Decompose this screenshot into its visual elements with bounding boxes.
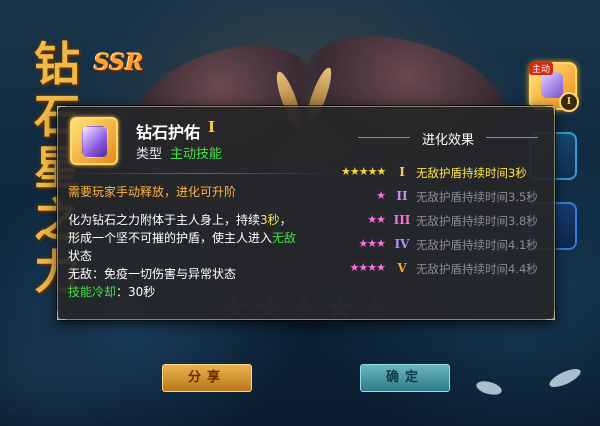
fish-decoration <box>474 378 504 398</box>
cooldown-value: ：30秒 <box>116 285 156 299</box>
evolution-level: III <box>393 213 411 227</box>
evolution-level: II <box>396 189 408 203</box>
star-rating-icon: ★★ <box>367 213 386 226</box>
evolution-header: 进化效果 <box>348 129 548 148</box>
evolution-row: ★ II 无敌护盾持续时间3.5秒 <box>341 189 551 207</box>
evolution-row: ★★★ IV 无敌护盾持续时间4.1秒 <box>341 237 551 255</box>
diamond-gem-icon <box>541 72 563 98</box>
cooldown-label: 技能冷却 <box>68 285 117 299</box>
panel-corner <box>57 311 66 320</box>
evolution-effect: 无敌护盾持续时间3秒 <box>416 166 527 180</box>
skill-level-badge: I <box>559 92 579 112</box>
fish-decoration <box>547 365 583 391</box>
evolution-effect: 无敌护盾持续时间3.8秒 <box>416 214 538 228</box>
panel-corner <box>57 106 66 115</box>
active-tag: 主动 <box>529 62 554 75</box>
star-rating-icon: ★ <box>376 189 386 202</box>
divider <box>64 173 336 174</box>
confirm-button[interactable]: 确定 <box>360 364 450 392</box>
evolution-row: ★★★★★ I 无敌护盾持续时间3秒 <box>341 165 551 183</box>
share-button[interactable]: 分享 <box>162 364 252 392</box>
star-rating-icon: ★★★ <box>358 237 386 250</box>
skill-name: 钻石护佑 <box>136 123 201 142</box>
evolution-row: ★★ III 无敌护盾持续时间3.8秒 <box>341 213 551 231</box>
evolution-effect: 无敌护盾持续时间4.4秒 <box>416 262 538 276</box>
skill-type-label: 类型 <box>136 147 163 162</box>
evolution-level: V <box>397 261 407 275</box>
ssr-badge: SSR <box>94 50 144 76</box>
skill-hint: 需要玩家手动释放，进化可升阶 <box>68 185 237 199</box>
evolution-effect: 无敌护盾持续时间3.5秒 <box>416 190 538 204</box>
panel-corner <box>546 106 555 115</box>
skill-detail-panel: 钻石护佑 I 类型 主动技能 需要玩家手动释放，进化可升阶 化为钻石之力附体于主… <box>57 106 555 320</box>
skill-icon <box>70 117 118 165</box>
star-rating-icon: ★★★★★ <box>341 165 386 178</box>
evolution-title: 进化效果 <box>421 133 474 148</box>
panel-corner <box>546 311 555 320</box>
evolution-level: I <box>399 165 405 179</box>
skill-description: 化为钻石之力附体于主人身上，持续3秒， 形成一个坚不可摧的护盾，使主人进入无敌 … <box>68 213 297 299</box>
star-rating-icon: ★★★★ <box>349 261 386 274</box>
evolution-row: ★★★★ V 无敌护盾持续时间4.4秒 <box>341 261 551 279</box>
skill-type-value: 主动技能 <box>170 147 223 162</box>
diamond-shield-icon <box>82 126 108 158</box>
skill-level: I <box>208 118 216 136</box>
evolution-effect: 无敌护盾持续时间4.1秒 <box>416 238 538 252</box>
active-skill-icon[interactable]: 主动 I <box>529 62 579 112</box>
evolution-level: IV <box>394 237 410 251</box>
